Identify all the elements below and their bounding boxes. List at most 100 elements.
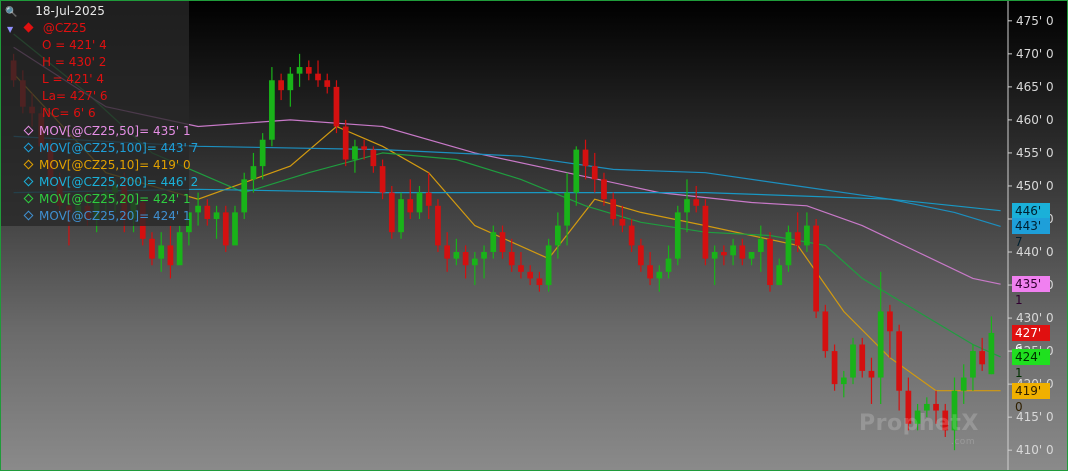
candle[interactable] — [333, 80, 340, 134]
candle[interactable] — [822, 304, 829, 358]
candle[interactable] — [342, 119, 349, 167]
candle[interactable] — [305, 60, 312, 81]
candle[interactable] — [785, 225, 792, 272]
candle[interactable] — [564, 172, 570, 246]
candle[interactable] — [776, 258, 783, 286]
y-tick-label: 430' 0 — [1016, 311, 1054, 325]
indicator-row[interactable]: MOV[@CZ25,20]= 424' 1 — [21, 191, 191, 208]
magnifier-icon[interactable]: 🔍 — [5, 7, 17, 18]
candle[interactable] — [960, 364, 967, 404]
indicator-diamond-icon — [23, 176, 34, 187]
candle[interactable] — [352, 139, 358, 173]
candle[interactable] — [831, 344, 838, 391]
candle[interactable] — [490, 225, 497, 259]
candle-body — [250, 166, 257, 180]
candle[interactable] — [748, 252, 755, 266]
candle[interactable] — [425, 172, 432, 219]
candle[interactable] — [896, 324, 903, 411]
candle[interactable] — [379, 159, 386, 200]
candle[interactable] — [665, 245, 672, 279]
candle[interactable] — [167, 225, 174, 279]
indicator-row[interactable]: MOV[@CZ25,10]= 419' 0 — [21, 157, 191, 174]
candle[interactable] — [222, 205, 229, 253]
candle[interactable] — [435, 199, 441, 253]
candle[interactable] — [767, 232, 773, 292]
candle[interactable] — [278, 73, 284, 101]
candle[interactable] — [388, 185, 395, 239]
candle[interactable] — [628, 218, 635, 253]
candle[interactable] — [462, 245, 469, 279]
candle[interactable] — [241, 172, 248, 219]
candle[interactable] — [988, 316, 995, 375]
candle[interactable] — [149, 232, 155, 266]
candle[interactable] — [536, 271, 543, 292]
candle[interactable] — [195, 192, 201, 226]
candle[interactable] — [315, 60, 321, 87]
candle[interactable] — [158, 232, 165, 272]
candle[interactable] — [324, 73, 331, 94]
candle[interactable] — [370, 146, 377, 173]
candle[interactable] — [518, 252, 524, 279]
candle[interactable] — [656, 265, 663, 292]
candle[interactable] — [444, 232, 451, 272]
candle[interactable] — [619, 205, 626, 233]
candle[interactable] — [804, 212, 810, 253]
collapse-triangle-icon[interactable]: ▼ — [7, 25, 13, 34]
candle[interactable] — [582, 139, 589, 180]
candle[interactable] — [250, 152, 257, 193]
candle[interactable] — [416, 185, 423, 219]
indicator-row[interactable]: MOV[@CZ25,200]= 446' 2 — [21, 174, 198, 191]
candle[interactable] — [398, 192, 404, 239]
indicator-row[interactable]: MOV[@CZ25,50]= 435' 1 — [21, 123, 191, 140]
candle[interactable] — [887, 304, 893, 358]
candle-body — [979, 351, 986, 365]
candle[interactable] — [573, 146, 580, 206]
candle[interactable] — [638, 238, 644, 272]
candle[interactable] — [840, 370, 847, 398]
candle-body — [739, 245, 746, 259]
chart-window[interactable]: 475' 0470' 0465' 0460' 0455' 0450' 0445'… — [0, 0, 1068, 471]
candle[interactable] — [721, 245, 727, 266]
candle[interactable] — [979, 337, 986, 371]
candle[interactable] — [269, 67, 275, 147]
candle[interactable] — [877, 271, 884, 404]
indicator-diamond-icon — [23, 159, 34, 170]
candle[interactable] — [868, 357, 875, 404]
candle-body — [471, 258, 478, 266]
candle[interactable] — [499, 225, 506, 259]
candle[interactable] — [213, 205, 220, 239]
candle[interactable] — [287, 67, 294, 107]
candle[interactable] — [527, 265, 534, 286]
candle[interactable] — [702, 199, 709, 266]
candle[interactable] — [674, 205, 681, 266]
candle[interactable] — [545, 238, 552, 292]
candle[interactable] — [850, 337, 856, 385]
candle[interactable] — [684, 179, 690, 233]
candle[interactable] — [647, 252, 653, 286]
candle[interactable] — [232, 205, 238, 246]
candle[interactable] — [471, 252, 478, 286]
candle[interactable] — [730, 238, 736, 266]
candle[interactable] — [508, 238, 515, 272]
candle[interactable] — [554, 212, 561, 259]
candle-body — [490, 232, 497, 253]
candle[interactable] — [711, 245, 718, 286]
candle[interactable] — [794, 212, 801, 253]
candle[interactable] — [970, 344, 976, 391]
indicator-row[interactable]: MOV[@CZ25,20]= 424' 1 — [21, 208, 191, 225]
candle[interactable] — [610, 192, 617, 226]
candle[interactable] — [591, 152, 598, 193]
candle[interactable] — [481, 245, 487, 279]
candle[interactable] — [176, 225, 183, 266]
candle[interactable] — [453, 238, 460, 266]
candle[interactable] — [859, 337, 866, 378]
candle[interactable] — [296, 53, 303, 87]
candle[interactable] — [204, 199, 211, 226]
indicator-row[interactable]: MOV[@CZ25,100]= 443' 7 — [21, 140, 198, 157]
candle[interactable] — [757, 225, 764, 272]
candle[interactable] — [259, 133, 266, 180]
candle[interactable] — [407, 179, 414, 219]
candle[interactable] — [813, 218, 819, 319]
candle[interactable] — [739, 238, 746, 266]
candle[interactable] — [693, 185, 700, 213]
